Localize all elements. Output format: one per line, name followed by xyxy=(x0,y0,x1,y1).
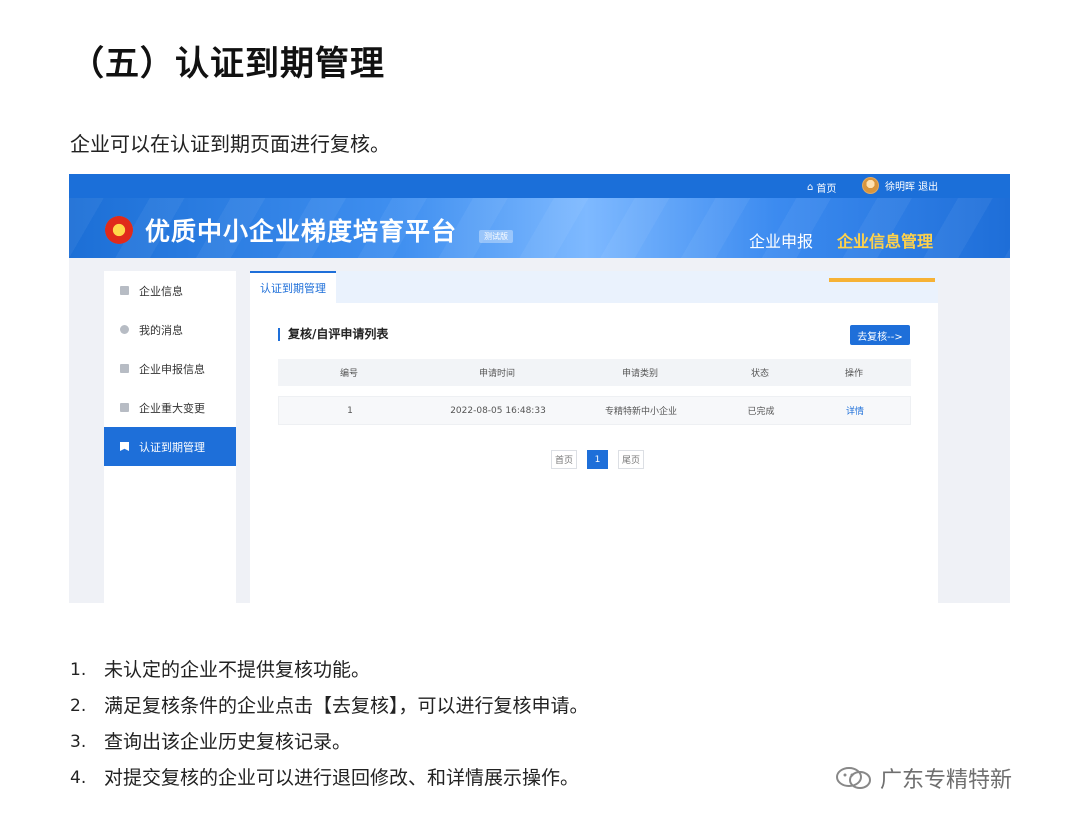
bookmark-icon xyxy=(120,442,129,451)
home-icon: ⌂ xyxy=(807,182,814,193)
watermark-text: 广东专精特新 xyxy=(880,768,1013,793)
col-apply-time: 申请时间 xyxy=(478,369,515,379)
cell-number: 1 xyxy=(347,405,353,416)
notes-list: 1. 未认定的企业不提供复核功能。 2. 满足复核条件的企业点击【去复核】，可以… xyxy=(70,656,589,800)
col-action: 操作 xyxy=(844,369,863,379)
user-menu[interactable]: 徐明晖 退出 xyxy=(862,177,938,194)
col-status: 状态 xyxy=(750,369,769,379)
sidebar-item-label: 认证到期管理 xyxy=(139,440,205,454)
message-icon xyxy=(120,325,129,334)
note-text: 查询出该企业历史复核记录。 xyxy=(104,731,352,753)
note-text: 对提交复核的企业可以进行退回修改、和详情展示操作。 xyxy=(104,767,580,789)
go-review-button[interactable]: 去复核--> xyxy=(850,325,910,345)
document-icon xyxy=(120,364,129,373)
col-apply-type: 申请类别 xyxy=(621,369,658,379)
pagination: 首页 1 尾页 xyxy=(551,450,645,469)
main-content: 认证到期管理 复核/自评申请列表 去复核--> 编号 申请时间 申请类别 状态 … xyxy=(250,271,938,603)
section-heading: （五）认证到期管理 xyxy=(70,44,385,84)
page-1-button[interactable]: 1 xyxy=(587,450,609,469)
sidebar-item-enterprise-info[interactable]: 企业信息 xyxy=(104,271,236,310)
sidebar-item-label: 我的消息 xyxy=(139,323,183,337)
building-icon xyxy=(120,286,129,295)
sidebar-item-label: 企业信息 xyxy=(139,284,183,298)
sidebar-item-messages[interactable]: 我的消息 xyxy=(104,310,236,349)
tab-cert-expiry[interactable]: 认证到期管理 xyxy=(250,271,336,303)
table-header: 编号 申请时间 申请类别 状态 操作 xyxy=(278,359,911,386)
cell-apply-type: 专精特新中小企业 xyxy=(604,407,677,417)
home-link[interactable]: ⌂ 首页 xyxy=(807,180,836,195)
cell-apply-time: 2022-08-05 16:48:33 xyxy=(450,405,546,416)
note-text: 未认定的企业不提供复核功能。 xyxy=(104,659,371,681)
active-nav-indicator xyxy=(829,278,935,282)
list-item: 1. 未认定的企业不提供复核功能。 xyxy=(70,656,589,692)
detail-link[interactable]: 详情 xyxy=(815,404,895,417)
tab-bar: 认证到期管理 xyxy=(250,271,938,303)
sidebar-item-cert-expiry[interactable]: 认证到期管理 xyxy=(104,427,236,466)
table-row: 1 2022-08-05 16:48:33 专精特新中小企业 已完成 详情 xyxy=(278,396,911,425)
top-bar: ⌂ 首页 徐明晖 退出 xyxy=(69,174,1010,198)
note-text: 满足复核条件的企业点击【去复核】，可以进行复核申请。 xyxy=(104,695,589,717)
sidebar-item-label: 企业申报信息 xyxy=(139,362,205,376)
avatar xyxy=(862,177,879,194)
version-badge: 测试版 xyxy=(479,230,513,243)
list-item: 3. 查询出该企业历史复核记录。 xyxy=(70,728,589,764)
list-title: 复核/自评申请列表 xyxy=(278,328,388,341)
list-item: 4. 对提交复核的企业可以进行退回修改、和详情展示操作。 xyxy=(70,764,589,800)
app-screenshot: ⌂ 首页 徐明晖 退出 优质中小企业梯度培育平台 测试版 企业申报 企业信息管理… xyxy=(69,174,1010,603)
list-number: 3. xyxy=(70,732,87,752)
list-number: 4. xyxy=(70,768,87,788)
header-banner: 优质中小企业梯度培育平台 测试版 企业申报 企业信息管理 xyxy=(69,198,1010,282)
list-number: 2. xyxy=(70,696,87,716)
watermark: 广东专精特新 xyxy=(834,762,1012,794)
nav-enterprise-apply[interactable]: 企业申报 xyxy=(749,228,813,252)
cell-status: 已完成 xyxy=(747,407,775,417)
user-logout-label[interactable]: 徐明晖 退出 xyxy=(885,178,938,193)
home-label: 首页 xyxy=(816,184,837,195)
sidebar: 企业信息 我的消息 企业申报信息 企业重大变更 认证到期管理 xyxy=(104,271,236,603)
list-number: 1. xyxy=(70,660,87,680)
col-number: 编号 xyxy=(339,369,358,379)
sidebar-item-apply-info[interactable]: 企业申报信息 xyxy=(104,349,236,388)
intro-paragraph: 企业可以在认证到期页面进行复核。 xyxy=(70,132,390,156)
national-emblem-icon xyxy=(105,216,133,244)
nav-enterprise-info[interactable]: 企业信息管理 xyxy=(837,228,933,252)
last-page-button[interactable]: 尾页 xyxy=(618,450,645,469)
first-page-button[interactable]: 首页 xyxy=(551,450,578,469)
wechat-icon xyxy=(836,767,871,789)
sidebar-item-label: 企业重大变更 xyxy=(139,401,205,415)
list-item: 2. 满足复核条件的企业点击【去复核】，可以进行复核申请。 xyxy=(70,692,589,728)
list-icon xyxy=(120,403,129,412)
sidebar-item-major-change[interactable]: 企业重大变更 xyxy=(104,388,236,427)
site-title: 优质中小企业梯度培育平台 xyxy=(145,217,458,246)
